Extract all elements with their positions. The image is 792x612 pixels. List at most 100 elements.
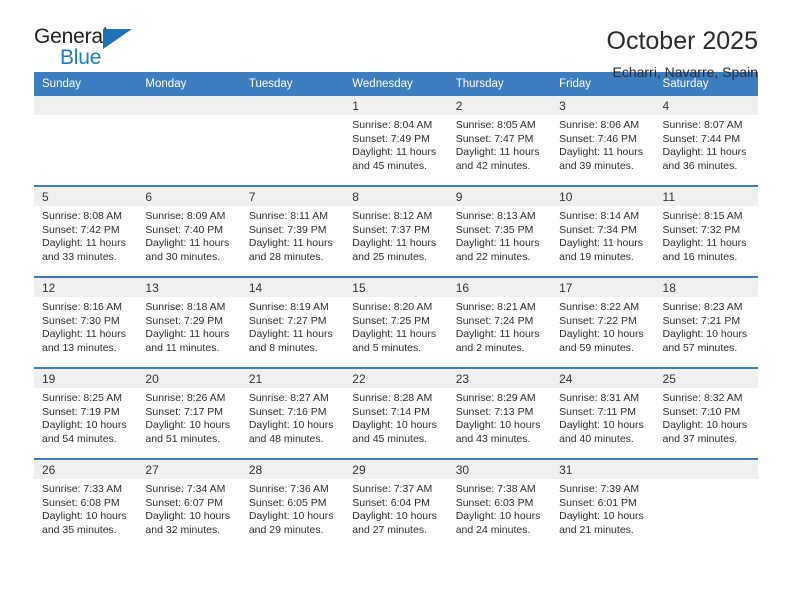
daylight-text-line2: and 51 minutes. <box>145 432 221 445</box>
day-details: Sunrise: 8:05 AM Sunset: 7:47 PM Dayligh… <box>448 115 551 173</box>
sunrise-text: Sunrise: 7:34 AM <box>145 483 226 495</box>
sunset-text: Sunset: 7:11 PM <box>559 405 636 418</box>
daylight-text-line1: Daylight: 10 hours <box>455 419 541 432</box>
day-details: Sunrise: 8:14 AM Sunset: 7:34 PM Dayligh… <box>551 206 654 264</box>
calendar-day-cell[interactable]: 13 Sunrise: 8:18 AM Sunset: 7:29 PM Dayl… <box>137 276 241 368</box>
calendar-day-cell[interactable]: 8 Sunrise: 8:12 AM Sunset: 7:37 PM Dayli… <box>344 185 448 277</box>
daylight-text-line2: and 24 minutes. <box>455 523 531 536</box>
day-details: Sunrise: 7:38 AM Sunset: 6:03 PM Dayligh… <box>448 479 551 537</box>
calendar-day-cell[interactable]: 4 Sunrise: 8:07 AM Sunset: 7:44 PM Dayli… <box>654 96 758 186</box>
calendar-day-cell[interactable] <box>240 96 345 186</box>
page-title: October 2025 <box>606 27 759 55</box>
calendar-day-cell[interactable]: 23 Sunrise: 8:29 AM Sunset: 7:13 PM Dayl… <box>447 367 552 459</box>
calendar-page: General Blue October 2025 Echarri, Navar… <box>0 0 792 612</box>
calendar-day-cell[interactable]: 30 Sunrise: 7:38 AM Sunset: 6:03 PM Dayl… <box>447 458 552 549</box>
sunrise-text: Sunrise: 7:38 AM <box>455 483 536 495</box>
sunset-text: Sunset: 7:16 PM <box>248 405 327 418</box>
daylight-text-line1: Daylight: 10 hours <box>559 328 644 341</box>
day-number <box>654 460 758 479</box>
daylight-text-line1: Daylight: 11 hours <box>455 237 540 250</box>
calendar-day-cell[interactable]: 24 Sunrise: 8:31 AM Sunset: 7:11 PM Dayl… <box>551 367 655 459</box>
sunrise-text: Sunrise: 7:39 AM <box>559 483 640 495</box>
calendar-day-cell[interactable]: 31 Sunrise: 7:39 AM Sunset: 6:01 PM Dayl… <box>551 458 655 549</box>
calendar-day-cell[interactable] <box>654 458 758 549</box>
calendar-day-cell[interactable]: 21 Sunrise: 8:27 AM Sunset: 7:16 PM Dayl… <box>240 367 345 459</box>
calendar-day-cell[interactable]: 9 Sunrise: 8:13 AM Sunset: 7:35 PM Dayli… <box>447 185 552 277</box>
calendar-day-cell[interactable]: 29 Sunrise: 7:37 AM Sunset: 6:04 PM Dayl… <box>344 458 448 549</box>
daylight-text-line1: Daylight: 10 hours <box>662 419 748 432</box>
daylight-text-line2: and 32 minutes. <box>145 523 221 536</box>
day-details: Sunrise: 8:21 AM Sunset: 7:24 PM Dayligh… <box>448 297 551 355</box>
sunset-text: Sunset: 7:14 PM <box>352 405 430 418</box>
calendar-day-cell[interactable]: 22 Sunrise: 8:28 AM Sunset: 7:14 PM Dayl… <box>344 367 448 459</box>
day-number: 5 <box>34 187 138 206</box>
daylight-text-line2: and 21 minutes. <box>559 523 634 536</box>
calendar-day-cell[interactable]: 19 Sunrise: 8:25 AM Sunset: 7:19 PM Dayl… <box>34 367 138 459</box>
day-number: 20 <box>137 369 241 388</box>
calendar-day-cell[interactable]: 25 Sunrise: 8:32 AM Sunset: 7:10 PM Dayl… <box>654 367 758 459</box>
day-details: Sunrise: 8:23 AM Sunset: 7:21 PM Dayligh… <box>655 297 758 355</box>
sunrise-text: Sunrise: 8:29 AM <box>455 392 536 404</box>
calendar-day-cell[interactable]: 18 Sunrise: 8:23 AM Sunset: 7:21 PM Dayl… <box>654 276 758 368</box>
calendar-day-cell[interactable]: 3 Sunrise: 8:06 AM Sunset: 7:46 PM Dayli… <box>551 96 655 186</box>
day-number: 31 <box>551 460 655 479</box>
calendar-day-cell[interactable]: 12 Sunrise: 8:16 AM Sunset: 7:30 PM Dayl… <box>34 276 138 368</box>
sunrise-text: Sunrise: 8:11 AM <box>248 210 329 222</box>
sunset-text: Sunset: 7:42 PM <box>42 223 120 236</box>
calendar-day-cell[interactable]: 28 Sunrise: 7:36 AM Sunset: 6:05 PM Dayl… <box>240 458 345 549</box>
daylight-text-line2: and 35 minutes. <box>42 523 117 536</box>
calendar-day-cell[interactable]: 27 Sunrise: 7:34 AM Sunset: 6:07 PM Dayl… <box>137 458 241 549</box>
sunset-text: Sunset: 7:37 PM <box>352 223 430 236</box>
sunrise-text: Sunrise: 8:05 AM <box>455 119 536 131</box>
calendar-day-cell[interactable]: 11 Sunrise: 8:15 AM Sunset: 7:32 PM Dayl… <box>654 185 758 277</box>
sunrise-text: Sunrise: 8:21 AM <box>455 301 536 313</box>
day-number: 19 <box>34 369 138 388</box>
day-details <box>655 479 758 483</box>
day-number <box>137 96 241 115</box>
calendar-day-cell[interactable]: 26 Sunrise: 7:33 AM Sunset: 6:08 PM Dayl… <box>34 458 138 549</box>
daylight-text-line2: and 37 minutes. <box>662 432 738 445</box>
calendar-day-cell[interactable] <box>34 96 138 186</box>
logo-text-general: General <box>34 25 108 48</box>
calendar-day-cell[interactable]: 6 Sunrise: 8:09 AM Sunset: 7:40 PM Dayli… <box>137 185 241 277</box>
page-header: General Blue October 2025 Echarri, Navar… <box>34 0 759 80</box>
daylight-text-line1: Daylight: 11 hours <box>42 328 126 341</box>
calendar-day-cell[interactable]: 7 Sunrise: 8:11 AM Sunset: 7:39 PM Dayli… <box>240 185 345 277</box>
sunset-text: Sunset: 7:30 PM <box>42 314 120 327</box>
calendar-day-cell[interactable]: 2 Sunrise: 8:05 AM Sunset: 7:47 PM Dayli… <box>447 96 552 186</box>
daylight-text-line2: and 29 minutes. <box>248 523 324 536</box>
day-number <box>240 96 345 115</box>
day-number: 1 <box>344 96 448 115</box>
sunrise-text: Sunrise: 8:08 AM <box>42 210 122 222</box>
daylight-text-line1: Daylight: 11 hours <box>352 146 437 159</box>
calendar-day-cell[interactable]: 20 Sunrise: 8:26 AM Sunset: 7:17 PM Dayl… <box>137 367 241 459</box>
sunrise-text: Sunrise: 7:37 AM <box>352 483 433 495</box>
day-details: Sunrise: 8:11 AM Sunset: 7:39 PM Dayligh… <box>241 206 344 264</box>
calendar-day-cell[interactable]: 15 Sunrise: 8:20 AM Sunset: 7:25 PM Dayl… <box>344 276 448 368</box>
daylight-text-line2: and 42 minutes. <box>455 159 531 172</box>
sunrise-text: Sunrise: 8:27 AM <box>248 392 329 404</box>
day-details: Sunrise: 7:36 AM Sunset: 6:05 PM Dayligh… <box>241 479 344 537</box>
daylight-text-line2: and 2 minutes. <box>455 341 525 354</box>
daylight-text-line2: and 40 minutes. <box>559 432 634 445</box>
sunset-text: Sunset: 7:49 PM <box>352 132 430 145</box>
general-blue-logo[interactable]: General Blue <box>34 26 144 70</box>
calendar-week-row: 19 Sunrise: 8:25 AM Sunset: 7:19 PM Dayl… <box>34 367 758 459</box>
calendar-day-cell[interactable]: 14 Sunrise: 8:19 AM Sunset: 7:27 PM Dayl… <box>240 276 345 368</box>
calendar-day-cell[interactable]: 10 Sunrise: 8:14 AM Sunset: 7:34 PM Dayl… <box>551 185 655 277</box>
daylight-text-line1: Daylight: 10 hours <box>352 510 437 523</box>
calendar-day-cell[interactable]: 5 Sunrise: 8:08 AM Sunset: 7:42 PM Dayli… <box>34 185 138 277</box>
calendar-day-cell[interactable] <box>137 96 241 186</box>
daylight-text-line1: Daylight: 10 hours <box>662 328 748 341</box>
sunset-text: Sunset: 6:01 PM <box>559 496 637 509</box>
day-number: 18 <box>654 278 758 297</box>
day-details: Sunrise: 8:19 AM Sunset: 7:27 PM Dayligh… <box>241 297 344 355</box>
calendar-day-cell[interactable]: 1 Sunrise: 8:04 AM Sunset: 7:49 PM Dayli… <box>344 96 448 186</box>
calendar-day-cell[interactable]: 16 Sunrise: 8:21 AM Sunset: 7:24 PM Dayl… <box>447 276 552 368</box>
daylight-text-line1: Daylight: 11 hours <box>352 237 437 250</box>
daylight-text-line2: and 16 minutes. <box>662 250 738 263</box>
sunset-text: Sunset: 7:24 PM <box>455 314 534 327</box>
sunset-text: Sunset: 7:29 PM <box>145 314 224 327</box>
calendar-day-cell[interactable]: 17 Sunrise: 8:22 AM Sunset: 7:22 PM Dayl… <box>551 276 655 368</box>
day-number: 23 <box>447 369 552 388</box>
